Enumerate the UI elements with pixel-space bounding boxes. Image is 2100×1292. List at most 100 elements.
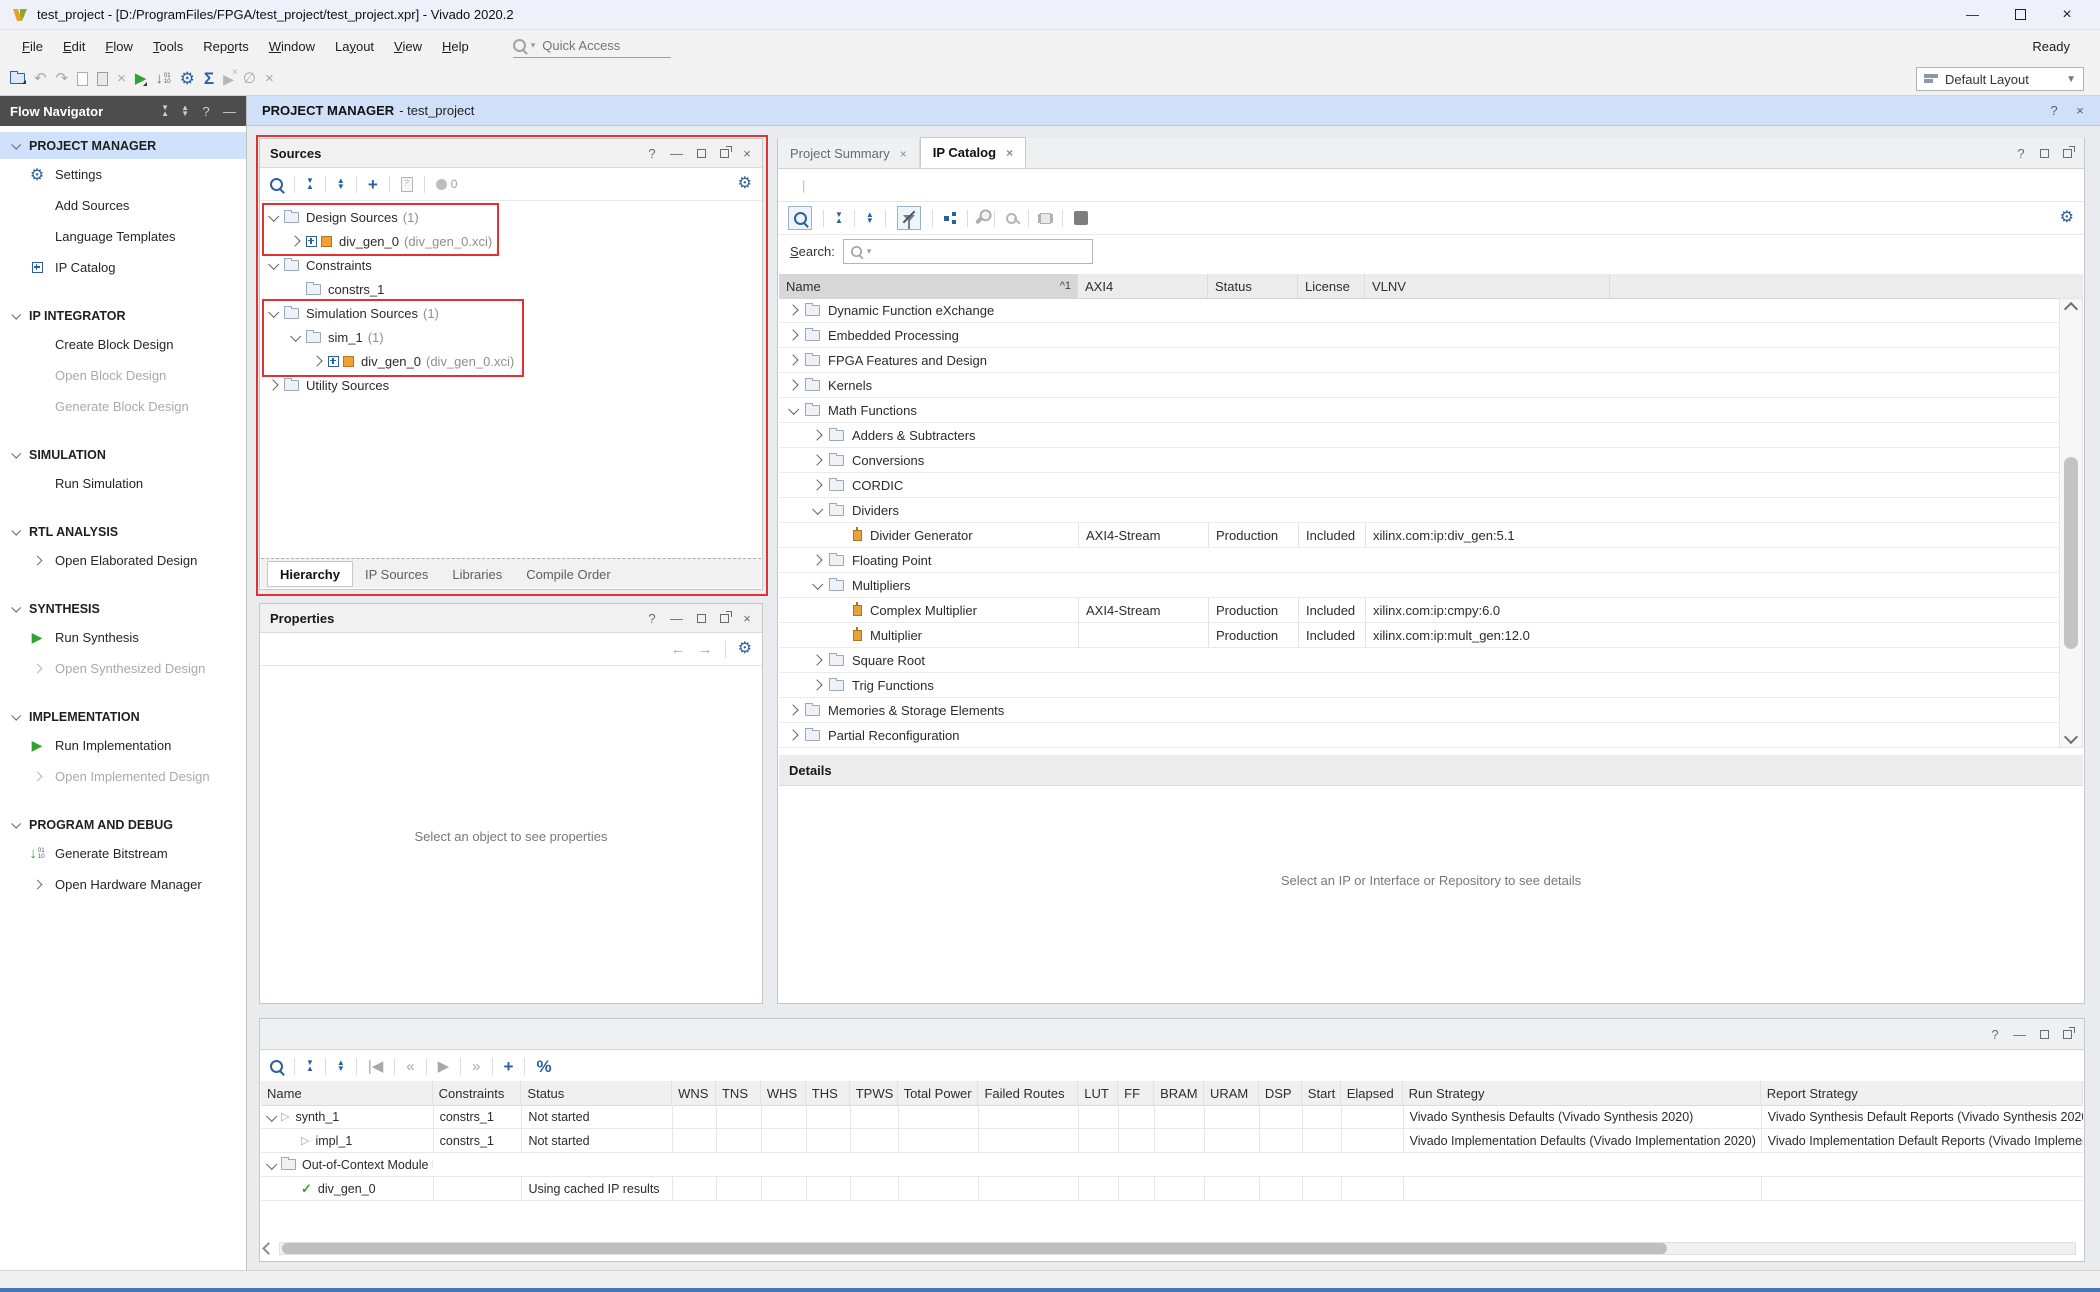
open-project-icon[interactable] xyxy=(10,73,25,84)
flow-item-open-synthesized-design[interactable]: Open Synthesized Design xyxy=(0,653,246,684)
flow-item-ip-catalog[interactable]: IP Catalog xyxy=(0,252,246,283)
expander-icon[interactable] xyxy=(811,554,822,565)
catalog-row[interactable]: Divider Generator AXI4-Stream Production… xyxy=(779,523,2059,548)
expand-all-icon[interactable]: ▲▼ xyxy=(866,212,874,224)
undo-icon[interactable]: ↶ xyxy=(34,71,47,86)
catalog-row[interactable]: Square Root xyxy=(779,648,2059,673)
forward-arrow-icon[interactable]: → xyxy=(698,642,713,657)
scroll-down-icon[interactable] xyxy=(2064,730,2078,744)
flow-item-settings[interactable]: ⚙ Settings xyxy=(0,159,246,190)
catalog-search-input[interactable] xyxy=(875,243,1091,260)
step-first-icon[interactable]: |◀ xyxy=(368,1059,383,1074)
gear-icon[interactable]: ⚙ xyxy=(738,641,752,657)
flow-item-open-hardware-manager[interactable]: Open Hardware Manager xyxy=(0,869,246,900)
expander-icon[interactable] xyxy=(787,354,798,365)
menu-item[interactable]: File xyxy=(12,39,53,54)
flow-item-add-sources[interactable]: Add Sources xyxy=(0,190,246,221)
help-icon[interactable]: ? xyxy=(201,104,211,119)
close-icon[interactable]: × xyxy=(2075,103,2085,118)
flow-item-run-simulation[interactable]: Run Simulation xyxy=(0,468,246,499)
column-header-status[interactable]: Status xyxy=(1208,274,1298,298)
expander-icon[interactable] xyxy=(811,654,822,665)
license-icon[interactable] xyxy=(1006,213,1017,224)
expander-icon[interactable] xyxy=(787,379,798,390)
ip-settings-icon[interactable] xyxy=(1040,213,1051,224)
expander-icon[interactable] xyxy=(289,235,300,246)
step-forward-icon[interactable]: » xyxy=(472,1059,480,1074)
sources-tab-ip-sources[interactable]: IP Sources xyxy=(353,562,440,586)
expand-all-icon[interactable]: ▲▼ xyxy=(337,178,345,190)
maximize-icon[interactable] xyxy=(696,149,706,158)
design-run-row-impl_1[interactable]: ▷ impl_1 constrs_1 Not started Vivado Im… xyxy=(261,1129,2083,1153)
menu-item[interactable]: Reports xyxy=(193,39,259,54)
collapse-all-icon[interactable]: ▼▲ xyxy=(306,178,314,190)
help-icon[interactable]: ? xyxy=(647,611,657,626)
catalog-row[interactable]: Embedded Processing xyxy=(779,323,2059,348)
sources-panel-header[interactable]: Sources ?—× xyxy=(260,139,762,168)
flow-section-simulation[interactable]: SIMULATION xyxy=(0,441,246,468)
column-header-start[interactable]: Start xyxy=(1302,1081,1341,1105)
catalog-row[interactable]: Partial Reconfiguration xyxy=(779,723,2059,748)
sources-tree-item[interactable]: Simulation Sources (1) xyxy=(261,301,761,325)
expander-icon[interactable] xyxy=(811,454,822,465)
search-icon[interactable] xyxy=(270,178,283,191)
layout-selector[interactable]: Default Layout ▼ xyxy=(1916,67,2084,91)
copy-icon[interactable] xyxy=(77,72,88,86)
expand-all-icon[interactable]: ▲▼ xyxy=(337,1060,345,1072)
scroll-to-icon[interactable] xyxy=(401,177,413,192)
message-count-icon[interactable]: 0 xyxy=(436,178,458,190)
column-header-license[interactable]: License xyxy=(1298,274,1365,298)
catalog-row[interactable]: Dividers xyxy=(779,498,2059,523)
column-header-tpws[interactable]: TPWS xyxy=(850,1081,898,1105)
flow-section-program-and-debug[interactable]: PROGRAM AND DEBUG xyxy=(0,811,246,838)
expander-icon[interactable] xyxy=(787,304,798,315)
search-icon[interactable] xyxy=(788,206,812,230)
menu-item[interactable]: Flow xyxy=(95,39,142,54)
column-header-status[interactable]: Status xyxy=(521,1081,672,1105)
quick-access-search[interactable]: ▾ xyxy=(513,35,671,58)
step-back-icon[interactable]: « xyxy=(406,1059,414,1074)
flow-item-generate-block-design[interactable]: Generate Block Design xyxy=(0,391,246,422)
expander-icon[interactable] xyxy=(812,579,823,590)
expander-icon[interactable] xyxy=(787,729,798,740)
redo-icon[interactable]: ↷ xyxy=(56,71,69,86)
catalog-search-box[interactable]: ▾ xyxy=(843,239,1093,264)
sources-tab-hierarchy[interactable]: Hierarchy xyxy=(267,561,353,587)
disable-run-icon[interactable]: ∅ xyxy=(243,71,256,86)
catalog-row[interactable]: Floating Point xyxy=(779,548,2059,573)
flow-item-run-synthesis[interactable]: ▶ Run Synthesis xyxy=(0,622,246,653)
design-run-row-synth_1[interactable]: ▷ synth_1 constrs_1 Not started Vivado S… xyxy=(261,1105,2083,1129)
gear-icon[interactable]: ⚙ xyxy=(2060,210,2074,226)
column-header-bram[interactable]: BRAM xyxy=(1154,1081,1204,1105)
column-header-dsp[interactable]: DSP xyxy=(1259,1081,1302,1105)
report-utilization-icon[interactable]: Σ xyxy=(204,70,214,87)
menu-item[interactable]: Window xyxy=(259,39,325,54)
catalog-row[interactable]: Trig Functions xyxy=(779,673,2059,698)
catalog-row[interactable]: Kernels xyxy=(779,373,2059,398)
design-run-row-out-of-context-module-runs[interactable]: Out-of-Context Module Runs xyxy=(261,1153,2083,1177)
sources-tree-item[interactable]: div_gen_0 (div_gen_0.xci) xyxy=(261,349,761,373)
column-header-report-strategy[interactable]: Report Strategy xyxy=(1761,1081,2083,1105)
menu-item[interactable]: Help xyxy=(432,39,479,54)
settings-icon[interactable]: ⚙ xyxy=(180,70,195,87)
sources-tree-item[interactable]: div_gen_0 (div_gen_0.xci) xyxy=(261,229,761,253)
delete-icon[interactable]: × xyxy=(117,71,126,86)
menu-item[interactable]: Tools xyxy=(143,39,193,54)
sources-tab-libraries[interactable]: Libraries xyxy=(440,562,514,586)
column-header-tns[interactable]: TNS xyxy=(716,1081,761,1105)
collapse-all-icon[interactable]: ▼▲ xyxy=(306,1060,314,1072)
sources-tree-item[interactable]: sim_1 (1) xyxy=(261,325,761,349)
expander-icon[interactable] xyxy=(266,1110,277,1121)
sources-tab-compile-order[interactable]: Compile Order xyxy=(514,562,623,586)
catalog-row[interactable]: CORDIC xyxy=(779,473,2059,498)
stop-run-icon[interactable]: ▶ xyxy=(223,72,234,86)
column-header-total-power[interactable]: Total Power xyxy=(898,1081,979,1105)
menu-item[interactable]: Layout xyxy=(325,39,384,54)
catalog-row[interactable]: Multiplier Production Included xilinx.co… xyxy=(779,623,2059,648)
minimize-icon[interactable]: — xyxy=(223,104,236,119)
column-header-uram[interactable]: URAM xyxy=(1204,1081,1259,1105)
expander-icon[interactable] xyxy=(268,307,279,318)
vertical-scrollbar[interactable] xyxy=(2059,298,2083,748)
column-header-elapsed[interactable]: Elapsed xyxy=(1341,1081,1403,1105)
maximize-icon[interactable] xyxy=(2039,1030,2049,1039)
